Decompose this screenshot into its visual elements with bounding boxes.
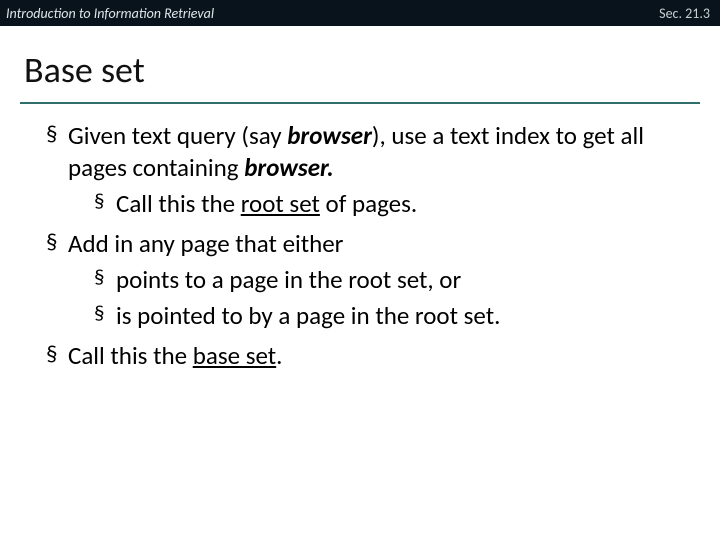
slide-title: Base set bbox=[24, 48, 700, 92]
text: is pointed to by a page in the root set. bbox=[116, 300, 500, 331]
header-bar: Introduction to Information Retrieval Se… bbox=[0, 0, 720, 26]
list-item: Given text query (say browser), use a te… bbox=[46, 120, 692, 220]
term-base-set: base set bbox=[193, 340, 276, 371]
text: Given text query (say bbox=[68, 120, 287, 151]
text: points to a page in the root set, or bbox=[116, 264, 461, 295]
course-label: Introduction to Information Retrieval bbox=[6, 5, 214, 22]
list-item: Call this the root set of pages. bbox=[94, 188, 692, 220]
bullet-list: Given text query (say browser), use a te… bbox=[28, 120, 692, 372]
list-item: Add in any page that either points to a … bbox=[46, 228, 692, 332]
keyword-browser: browser bbox=[287, 120, 372, 151]
text: Call this the bbox=[68, 340, 193, 371]
text: of pages. bbox=[320, 188, 417, 219]
section-label: Sec. 21.3 bbox=[659, 5, 710, 22]
sub-list: points to a page in the root set, or is … bbox=[68, 264, 692, 332]
list-item: points to a page in the root set, or bbox=[94, 264, 692, 296]
text: . bbox=[276, 340, 282, 371]
sub-list: Call this the root set of pages. bbox=[68, 188, 692, 220]
keyword-browser: browser. bbox=[244, 152, 334, 183]
text: Add in any page that either bbox=[68, 228, 343, 259]
text: Call this the bbox=[116, 188, 241, 219]
title-area: Base set bbox=[0, 26, 720, 98]
list-item: Call this the base set. bbox=[46, 340, 692, 372]
list-item: is pointed to by a page in the root set. bbox=[94, 300, 692, 332]
content-area: Given text query (say browser), use a te… bbox=[0, 104, 720, 372]
term-root-set: root set bbox=[241, 188, 320, 219]
